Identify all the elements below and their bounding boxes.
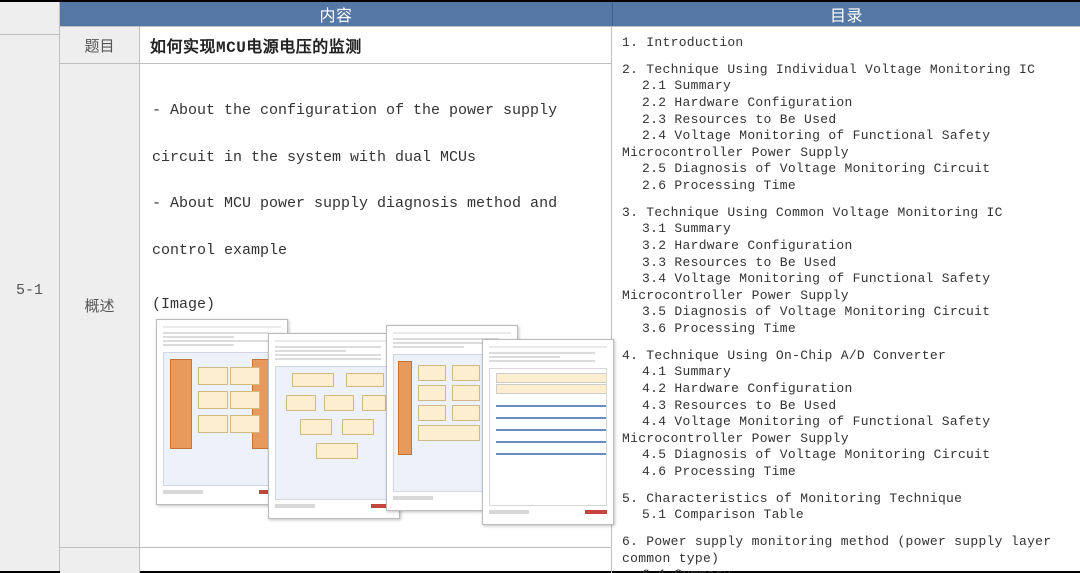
row-pages-label: 页数 <box>60 548 140 573</box>
toc-subitem: 2.1 Summary <box>622 78 1072 95</box>
document-table: 5-1 内容 目录 题目 如何实现MCU电源电压的监测 概述 <box>0 0 1080 573</box>
toc-subitem: 3.4 Voltage Monitoring of Functional Saf… <box>622 271 1072 288</box>
toc-subitem-cont: Microcontroller Power Supply <box>622 145 1072 162</box>
toc-subitem: 4.5 Diagnosis of Voltage Monitoring Circ… <box>622 447 1072 464</box>
toc-subitem: 3.1 Summary <box>622 221 1072 238</box>
content-column: 内容 目录 题目 如何实现MCU电源电压的监测 概述 - About the c… <box>60 2 1080 571</box>
toc-group: 6. Power supply monitoring method (power… <box>622 534 1072 573</box>
image-label: (Image) <box>152 296 601 313</box>
toc-item: 6. Power supply monitoring method (power… <box>622 534 1072 551</box>
diagram-icon <box>163 352 281 486</box>
header-content-label: 内容 <box>60 2 613 26</box>
overview-line: - About MCU power supply diagnosis metho… <box>152 195 557 212</box>
overview-line: - About the configuration of the power s… <box>152 102 557 119</box>
content-table: 题目 如何实现MCU电源电压的监测 概述 - About the configu… <box>60 27 612 573</box>
overview-line: circuit in the system with dual MCUs <box>152 149 476 166</box>
row-overview: 概述 - About the configuration of the powe… <box>60 64 611 548</box>
row-overview-label: 概述 <box>60 64 140 547</box>
toc-subitem: 2.4 Voltage Monitoring of Functional Saf… <box>622 128 1072 145</box>
toc-item-cont: common type) <box>622 551 1072 568</box>
page-thumbnail <box>482 339 614 525</box>
toc-group: 3. Technique Using Common Voltage Monito… <box>622 205 1072 338</box>
toc-item: 4. Technique Using On-Chip A/D Converter <box>622 348 1072 365</box>
toc-subitem: 3.2 Hardware Configuration <box>622 238 1072 255</box>
toc-item: 2. Technique Using Individual Voltage Mo… <box>622 62 1072 79</box>
body-area: 题目 如何实现MCU电源电压的监测 概述 - About the configu… <box>60 27 1080 573</box>
toc-item: 5. Characteristics of Monitoring Techniq… <box>622 491 1072 508</box>
toc-group: 4. Technique Using On-Chip A/D Converter… <box>622 348 1072 481</box>
toc-subitem: 3.5 Diagnosis of Voltage Monitoring Circ… <box>622 304 1072 321</box>
thumbnail-group <box>150 319 601 539</box>
toc-subitem: 2.5 Diagnosis of Voltage Monitoring Circ… <box>622 161 1072 178</box>
toc-subitem: 4.1 Summary <box>622 364 1072 381</box>
toc-subitem: 4.4 Voltage Monitoring of Functional Saf… <box>622 414 1072 431</box>
toc-subitem-cont: Microcontroller Power Supply <box>622 431 1072 448</box>
toc-subitem: 4.6 Processing Time <box>622 464 1072 481</box>
row-pages-value: 28 页 <box>140 548 611 573</box>
overview-line: control example <box>152 242 287 259</box>
toc-subitem: 5.1 Comparison Table <box>622 507 1072 524</box>
overview-description: - About the configuration of the power s… <box>150 72 601 262</box>
row-title: 题目 如何实现MCU电源电压的监测 <box>60 27 611 64</box>
row-title-label: 题目 <box>60 27 140 63</box>
row-overview-value: - About the configuration of the power s… <box>140 64 611 547</box>
toc-subitem: 4.3 Resources to Be Used <box>622 398 1072 415</box>
header-toc-label: 目录 <box>613 2 1080 26</box>
toc-group: 1. Introduction <box>622 35 1072 52</box>
toc-subitem: 2.3 Resources to Be Used <box>622 112 1072 129</box>
toc-subitem: 4.2 Hardware Configuration <box>622 381 1072 398</box>
toc-subitem: 2.6 Processing Time <box>622 178 1072 195</box>
index-column: 5-1 <box>0 2 60 571</box>
toc-group: 5. Characteristics of Monitoring Techniq… <box>622 491 1072 524</box>
diagram-icon <box>275 366 393 500</box>
toc-subitem: 6.1 Summary <box>622 567 1072 573</box>
row-title-value: 如何实现MCU电源电压的监测 <box>140 27 611 63</box>
header-band: 内容 目录 <box>60 2 1080 27</box>
toc-subitem: 2.2 Hardware Configuration <box>622 95 1072 112</box>
toc-group: 2. Technique Using Individual Voltage Mo… <box>622 62 1072 195</box>
page-thumbnail <box>268 333 400 519</box>
row-pages: 页数 28 页 <box>60 548 611 573</box>
toc-subitem: 3.6 Processing Time <box>622 321 1072 338</box>
toc-item: 3. Technique Using Common Voltage Monito… <box>622 205 1072 222</box>
diagram-icon <box>489 368 607 506</box>
toc-subitem-cont: Microcontroller Power Supply <box>622 288 1072 305</box>
section-index: 5-1 <box>16 282 43 299</box>
toc-column: 1. Introduction 2. Technique Using Indiv… <box>612 27 1080 573</box>
toc-subitem: 3.3 Resources to Be Used <box>622 255 1072 272</box>
toc-item: 1. Introduction <box>622 35 1072 52</box>
